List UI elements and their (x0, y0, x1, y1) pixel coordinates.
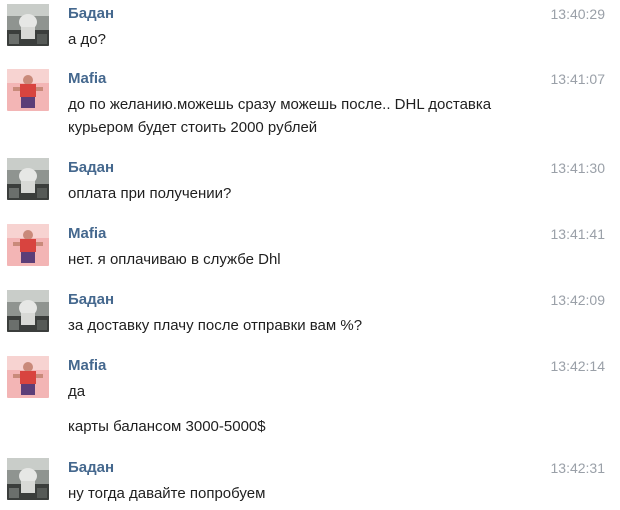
message-author[interactable]: Бадан (68, 459, 114, 476)
badan-avatar[interactable] (7, 458, 49, 500)
chat-history: Бадан 13:40:29 а до? Mafia 13:41:07 до п… (0, 0, 620, 510)
message-author[interactable]: Mafia (68, 225, 106, 242)
message-text: карты балансом 3000-5000$ (68, 418, 266, 435)
badan-avatar[interactable] (7, 158, 49, 200)
badan-avatar[interactable] (7, 4, 49, 46)
mafia-avatar[interactable] (7, 69, 49, 111)
message-text: ну тогда давайте попробуем (68, 485, 266, 502)
mafia-avatar[interactable] (7, 356, 49, 398)
message-time: 13:41:07 (550, 71, 606, 87)
mafia-avatar[interactable] (7, 224, 49, 266)
message-text: да (68, 383, 86, 400)
message-author[interactable]: Mafia (68, 357, 106, 374)
message-text: за доставку плачу после отправки вам %? (68, 317, 363, 334)
message-text: курьером будет стоить 2000 рублей (68, 119, 318, 136)
message-time: 13:41:30 (550, 160, 606, 176)
message-time: 13:42:31 (550, 460, 606, 476)
message-time: 13:42:14 (550, 358, 606, 374)
message-author[interactable]: Бадан (68, 159, 114, 176)
message-author[interactable]: Бадан (68, 291, 114, 308)
badan-avatar[interactable] (7, 290, 49, 332)
message-text: нет. я оплачиваю в службе Dhl (68, 251, 281, 268)
message-text: оплата при получении? (68, 185, 232, 202)
message-time: 13:40:29 (550, 6, 606, 22)
message-time: 13:41:41 (550, 226, 606, 242)
message-text: а до? (68, 31, 106, 48)
message-time: 13:42:09 (550, 292, 606, 308)
message-author[interactable]: Бадан (68, 5, 114, 22)
message-author[interactable]: Mafia (68, 70, 106, 87)
message-text: до по желанию.можешь сразу можешь после.… (68, 96, 492, 113)
